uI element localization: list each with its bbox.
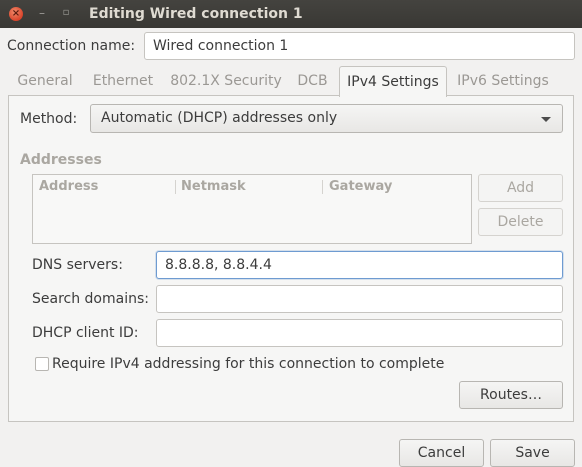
save-button[interactable]: Save (490, 439, 575, 467)
dns-servers-label: DNS servers: (32, 257, 123, 273)
maximize-icon: ▫ (62, 7, 70, 18)
minimize-icon: – (39, 6, 45, 20)
tab-dcb[interactable]: DCB (292, 66, 333, 96)
window-title: Editing Wired connection 1 (89, 6, 303, 22)
require-ipv4-label[interactable]: Require IPv4 addressing for this connect… (52, 354, 444, 374)
dns-servers-value: 8.8.8.8, 8.8.4.4 (165, 257, 272, 273)
minimize-window-button[interactable]: – (36, 5, 48, 21)
connection-name-input[interactable]: Wired connection 1 (144, 32, 575, 60)
tab-ethernet[interactable]: Ethernet (86, 66, 160, 96)
dhcp-client-id-label: DHCP client ID: (32, 325, 139, 341)
connection-name-label: Connection name: (7, 38, 136, 54)
tab-8021x-security[interactable]: 802.1X Security (168, 66, 284, 96)
close-window-button[interactable]: × (9, 7, 23, 21)
close-icon: × (11, 8, 21, 19)
chevron-down-icon (541, 117, 551, 122)
connection-name-value: Wired connection 1 (153, 38, 289, 54)
routes-button[interactable]: Routes… (459, 381, 563, 409)
column-header-address[interactable]: Address (39, 178, 98, 196)
tab-ipv6-settings[interactable]: IPv6 Settings (452, 66, 554, 96)
add-address-button[interactable]: Add (478, 174, 563, 202)
search-domains-input[interactable] (156, 285, 563, 313)
column-divider (322, 180, 323, 194)
column-header-gateway[interactable]: Gateway (329, 178, 392, 196)
tab-ipv4-settings[interactable]: IPv4 Settings (339, 66, 447, 97)
addresses-heading: Addresses (20, 152, 102, 168)
method-value: Automatic (DHCP) addresses only (101, 110, 338, 126)
column-header-netmask[interactable]: Netmask (181, 178, 246, 196)
method-dropdown[interactable]: Automatic (DHCP) addresses only (90, 104, 563, 133)
dhcp-client-id-input[interactable] (156, 319, 563, 347)
maximize-window-button[interactable]: ▫ (60, 5, 72, 21)
cancel-button[interactable]: Cancel (399, 439, 484, 467)
tab-general[interactable]: General (11, 66, 79, 96)
delete-address-button[interactable]: Delete (478, 208, 563, 236)
search-domains-label: Search domains: (32, 291, 149, 307)
column-divider (175, 180, 176, 194)
require-ipv4-checkbox[interactable] (35, 357, 49, 371)
dns-servers-input[interactable]: 8.8.8.8, 8.8.4.4 (156, 251, 563, 279)
method-label: Method: (20, 111, 78, 127)
